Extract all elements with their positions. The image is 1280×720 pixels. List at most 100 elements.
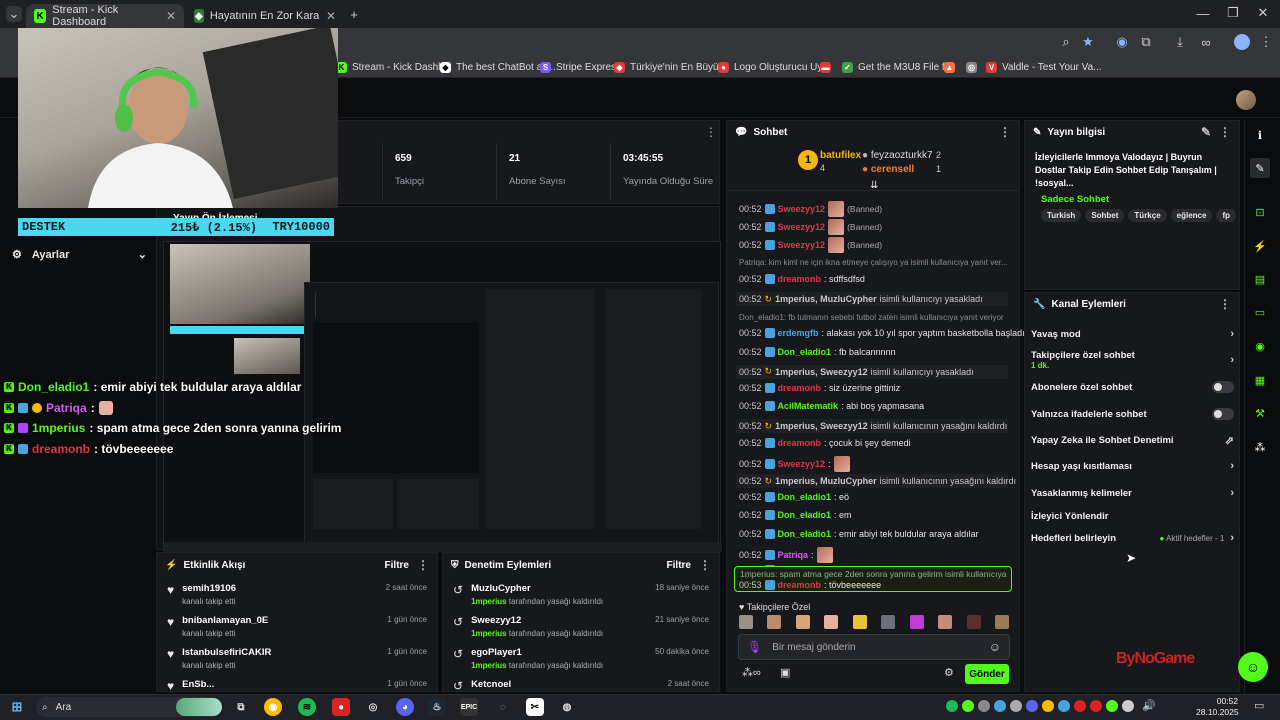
preview-video[interactable] [163, 241, 722, 552]
bookmark-item[interactable]: ● Logo Oluşturucu Uy... [718, 58, 830, 76]
chrome-icon[interactable]: ◉ [264, 698, 282, 716]
tray-icon[interactable] [978, 700, 990, 712]
tag[interactable]: Sohbet [1085, 209, 1125, 222]
emote-icon[interactable] [824, 615, 839, 629]
chat-input[interactable]: 🎙 Bir mesaj gönderin ☺ [738, 634, 1010, 660]
chat-username[interactable]: AcilMatematik [778, 401, 839, 411]
chat-username[interactable]: Sweezyy12 [778, 204, 826, 214]
wrench-icon[interactable]: ⚒ [1250, 403, 1270, 423]
tab-search-icon[interactable]: ⌄ [6, 6, 22, 22]
chat-username[interactable]: dreamonb [778, 383, 822, 393]
filter-button[interactable]: Filtre [667, 560, 691, 571]
chat-settings-icon[interactable]: ⚙ [944, 666, 954, 679]
obs-icon[interactable]: ◎ [364, 698, 382, 716]
tray-icon[interactable] [994, 700, 1006, 712]
tab-kick-dashboard[interactable]: K Stream - Kick Dashboard ✕ [26, 4, 184, 28]
app-icon[interactable]: ● [332, 698, 350, 716]
chat-username[interactable]: Don_eladio1 [778, 529, 832, 539]
action-goals[interactable]: Hedefleri belirleyin ● Aktif hedefler - 1… [1031, 528, 1234, 548]
gifter-name[interactable]: batufilex [820, 150, 861, 161]
broadcast-icon[interactable]: ◉ [1250, 336, 1270, 356]
chat-username[interactable]: Don_eladio1 [778, 492, 832, 502]
app2-icon[interactable]: ◍ [558, 698, 576, 716]
emote-icon[interactable] [938, 615, 953, 629]
tray-icon[interactable] [1074, 700, 1086, 712]
tab-quiz[interactable]: ◆ Hayatının En Zor Kararı - Quizei ✕ [186, 4, 344, 28]
action-slow-mode[interactable]: Yavaş mod › [1031, 324, 1234, 344]
maximize-icon[interactable]: ❐ [1226, 5, 1240, 20]
task-view-icon[interactable]: ⧉ [232, 698, 250, 716]
tray-icon[interactable] [1010, 700, 1022, 712]
tray-icon[interactable] [1106, 700, 1118, 712]
new-tab-icon[interactable]: + [346, 6, 362, 22]
notification-icon[interactable]: ▭ [1254, 699, 1264, 712]
menu-icon[interactable]: ⋮ [1219, 125, 1231, 139]
windows-start-icon[interactable]: ⊞ [8, 698, 26, 716]
clock[interactable]: 00:52 28.10.2025 [1196, 696, 1239, 718]
support-chat-button[interactable]: ☺ [1238, 652, 1268, 682]
zoom-icon[interactable]: ⌕ [1058, 34, 1074, 50]
emote-icon[interactable] [852, 615, 867, 629]
edit-icon[interactable]: ✎ [1201, 125, 1211, 139]
bookmark-item[interactable]: ◆ The best ChatBot an... [440, 58, 556, 76]
layout-icon[interactable]: ▦ [1250, 370, 1270, 390]
focus-icon[interactable]: ⊡ [1250, 202, 1270, 222]
bookmark-item[interactable]: ◎ [966, 58, 977, 76]
chat-username[interactable]: Patriqa [778, 550, 809, 560]
emote-icon[interactable] [795, 615, 810, 629]
action-followers-only[interactable]: Takipçilere özel sohbet 1 dk. › [1031, 349, 1234, 371]
steam-icon[interactable]: ♨ [428, 698, 446, 716]
emote-icon[interactable] [767, 615, 782, 629]
close-tab-icon[interactable]: ✕ [166, 9, 176, 23]
minimize-icon[interactable]: — [1196, 6, 1210, 21]
action-raid[interactable]: İzleyici Yönlendir [1031, 506, 1234, 526]
emote-icon[interactable] [881, 615, 896, 629]
lightning-icon[interactable]: ⚡ [1250, 236, 1270, 256]
chat-username[interactable]: Don_eladio1 [778, 510, 832, 520]
emote-icon[interactable] [966, 615, 981, 629]
tag[interactable]: fp [1216, 209, 1237, 222]
spotify-icon[interactable]: ≋ [298, 698, 316, 716]
menu-icon[interactable]: ⋮ [999, 125, 1011, 139]
tray-icon[interactable] [962, 700, 974, 712]
chat-tools-icon[interactable]: ⁂∞ [742, 666, 761, 679]
bookmark-item[interactable]: ▬ [820, 58, 831, 76]
chat-username[interactable]: dreamonb [778, 274, 822, 284]
close-tab-icon[interactable]: ✕ [326, 9, 336, 23]
menu-icon[interactable]: ⋮ [1258, 34, 1274, 50]
emote-icon[interactable] [739, 615, 753, 629]
menu-icon[interactable]: ⋮ [699, 558, 711, 572]
close-window-icon[interactable]: ✕ [1256, 5, 1270, 20]
capcut-icon[interactable]: ✂ [526, 698, 544, 716]
store-icon[interactable]: ▣ [780, 666, 790, 679]
bookmark-item[interactable]: ✓ Get the M3U8 File fr... [842, 58, 956, 76]
sidebar-settings[interactable]: ⚙ Ayarlar ⌄ [12, 248, 147, 262]
stats-menu-icon[interactable]: ⋮ [705, 125, 717, 139]
chat-username[interactable]: Don_eladio1 [778, 347, 832, 357]
tray-icon[interactable] [946, 700, 958, 712]
chat-username[interactable]: Sweezyy12 [778, 240, 826, 250]
share-icon[interactable]: ⁂ [1250, 437, 1270, 457]
tray-icon[interactable] [1026, 700, 1038, 712]
chat-username[interactable]: dreamonb [778, 438, 822, 448]
action-ai-moderation[interactable]: Yapay Zeka ile Sohbet Denetimi ⇗ [1031, 430, 1234, 450]
bookmark-item[interactable]: K Stream - Kick Dashb... [336, 58, 452, 76]
download-icon[interactable]: ⤓ [1172, 34, 1188, 50]
emote-icon[interactable] [994, 615, 1009, 629]
gifter-row[interactable]: ● feyzaozturkk7 [862, 150, 933, 161]
tray-icon[interactable] [1058, 700, 1070, 712]
menu-icon[interactable]: ⋮ [1219, 297, 1231, 311]
puzzle-icon[interactable]: ⧉ [1138, 34, 1154, 50]
chat-username[interactable]: Sweezyy12 [778, 459, 826, 469]
volume-icon[interactable]: 🔊 [1142, 699, 1156, 712]
info-icon[interactable]: ℹ [1250, 125, 1270, 145]
bookmark-star-icon[interactable]: ★ [1080, 34, 1096, 50]
edge-icon[interactable]: ◌ [494, 698, 512, 716]
user-avatar[interactable] [1236, 90, 1256, 110]
discord-icon[interactable]: ◕ [396, 698, 414, 716]
bookmark-item[interactable]: ◆ Türkiye'nin En Büyü... [614, 58, 727, 76]
chat-icon[interactable]: ▭ [1250, 302, 1270, 322]
emoji-icon[interactable]: ☺ [989, 640, 1001, 654]
epic-icon[interactable]: EPIC [460, 698, 478, 716]
chat-username[interactable]: erdemgfb [778, 328, 819, 338]
